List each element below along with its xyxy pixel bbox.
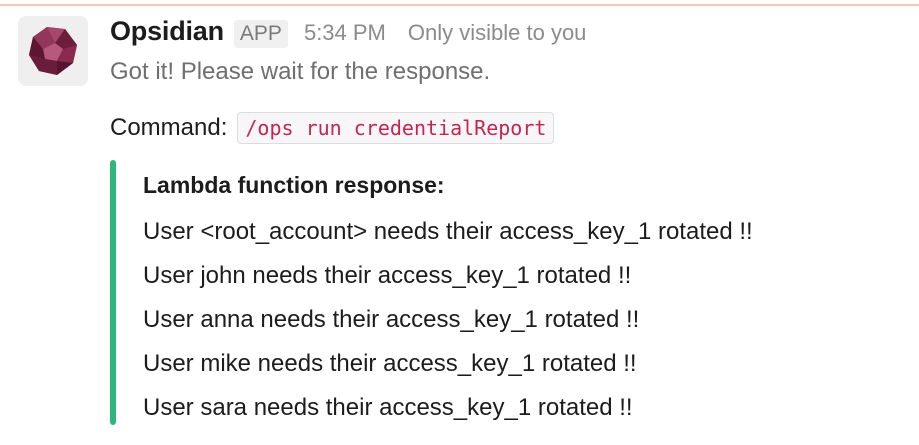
result-line: User john needs their access_key_1 rotat… xyxy=(143,262,632,289)
message-header: Opsidian APP 5:34 PM Only visible to you xyxy=(110,16,586,54)
sender-name[interactable]: Opsidian xyxy=(110,16,224,47)
status-text: Got it! Please wait for the response. xyxy=(110,58,491,85)
visibility-note: Only visible to you xyxy=(407,20,587,45)
chat-message: Opsidian APP 5:34 PM Only visible to you… xyxy=(0,0,919,445)
result-line: User anna needs their access_key_1 rotat… xyxy=(143,306,640,333)
attachment-title: Lambda function response: xyxy=(143,172,445,198)
attachment-accent-bar xyxy=(110,160,116,425)
timestamp[interactable]: 5:34 PM xyxy=(304,20,386,46)
command-label: Command: xyxy=(110,114,228,141)
attachment: Lambda function response: User <root_acc… xyxy=(110,160,900,425)
app-badge: APP xyxy=(233,20,288,48)
gem-icon xyxy=(29,27,77,75)
avatar[interactable] xyxy=(18,16,88,86)
result-line: User sara needs their access_key_1 rotat… xyxy=(143,394,633,421)
result-line: User <root_account> needs their access_k… xyxy=(143,218,753,245)
result-line: User mike needs their access_key_1 rotat… xyxy=(143,350,637,377)
command-line: Command: /ops run credentialReport xyxy=(110,110,555,146)
attachment-body: Lambda function response: User <root_acc… xyxy=(143,166,753,430)
command-code: /ops run credentialReport xyxy=(237,112,555,144)
